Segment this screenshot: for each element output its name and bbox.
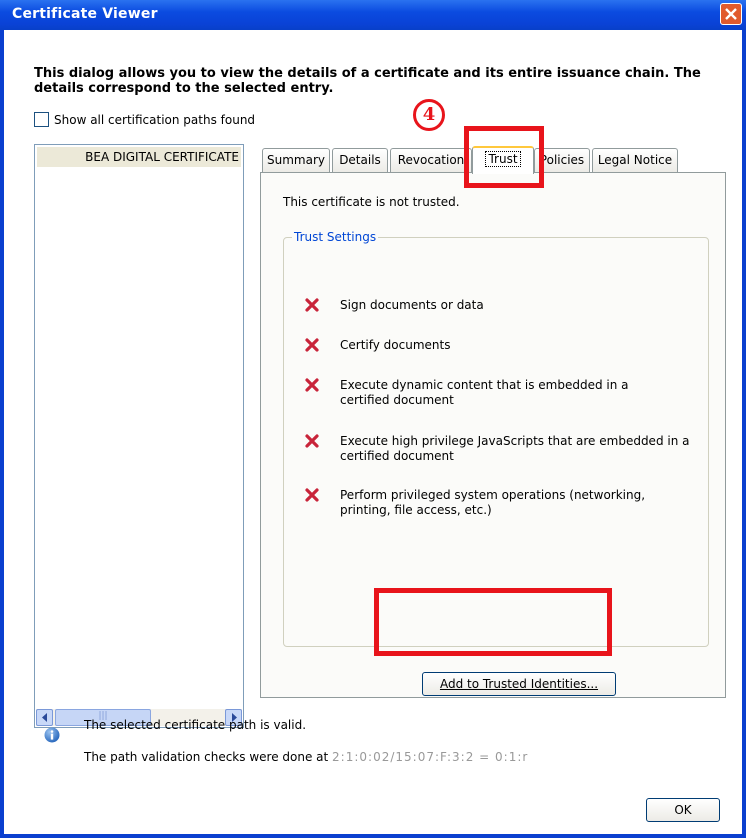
permission-text: Sign documents or data (340, 298, 484, 312)
scroll-left-button[interactable] (36, 709, 53, 726)
red-x-icon (305, 488, 319, 502)
permission-text: Perform privileged system operations (ne… (340, 488, 646, 517)
add-to-trusted-identities-label: Add to Trusted Identities... (439, 677, 599, 691)
add-to-trusted-identities-button[interactable]: Add to Trusted Identities... (422, 672, 616, 696)
certificate-viewer-window: Certificate Viewer This dialog allows yo… (0, 0, 746, 838)
permission-dynamic-content: Execute dynamic content that is embedded… (304, 378, 654, 408)
validation-time-label: The path validation checks were done at (84, 750, 329, 764)
annotation-highlight-add-button (374, 588, 612, 656)
close-icon (725, 8, 737, 20)
intro-text: This dialog allows you to view the detai… (34, 66, 701, 96)
red-x-icon (305, 298, 319, 312)
tab-details[interactable]: Details (332, 148, 388, 172)
tree-item-bea-digital-certificate[interactable]: BEA DIGITAL CERTIFICATE (37, 147, 241, 167)
permission-text: Execute dynamic content that is embedded… (340, 378, 629, 407)
info-icon (44, 727, 60, 743)
red-x-icon (305, 378, 319, 392)
permission-text: Certify documents (340, 338, 451, 352)
trust-settings-title: Trust Settings (292, 230, 379, 244)
permission-high-privilege-js: Execute high privilege JavaScripts that … (304, 434, 694, 464)
close-button[interactable] (720, 3, 742, 25)
path-valid-text: The selected certificate path is valid. (84, 718, 307, 732)
permission-text: Execute high privilege JavaScripts that … (340, 434, 690, 463)
arrow-left-icon (42, 713, 47, 722)
window-title: Certificate Viewer (12, 6, 158, 22)
show-all-paths-checkbox[interactable] (34, 112, 49, 127)
validation-timestamp: 2:1:0:02/15:07:F:3:2 = 0:1:r (332, 750, 529, 764)
show-all-paths-label[interactable]: Show all certification paths found (54, 113, 255, 127)
tab-summary[interactable]: Summary (262, 148, 330, 172)
trust-settings-group: Trust Settings Sign documents or data Ce… (283, 230, 709, 696)
trust-status-text: This certificate is not trusted. (283, 195, 460, 209)
show-all-paths-row[interactable]: Show all certification paths found (34, 112, 255, 127)
tab-legal-notice[interactable]: Legal Notice (592, 148, 678, 172)
validation-time-text: The path validation checks were done at … (84, 750, 528, 764)
permission-sign-documents: Sign documents or data (304, 298, 694, 313)
permission-certify-documents: Certify documents (304, 338, 694, 353)
title-bar[interactable]: Certificate Viewer (0, 0, 746, 30)
tab-revocation[interactable]: Revocation (390, 148, 472, 172)
tab-trust-label: Trust (485, 151, 521, 167)
tab-trust[interactable]: Trust (472, 146, 534, 174)
red-x-icon (305, 338, 319, 352)
certificate-tree[interactable]: BEA DIGITAL CERTIFICATE ||| (34, 144, 244, 728)
red-x-icon (305, 434, 319, 448)
permission-system-operations: Perform privileged system operations (ne… (304, 488, 694, 518)
annotation-step-number: 4 (413, 99, 445, 131)
ok-button[interactable]: OK (646, 798, 720, 822)
